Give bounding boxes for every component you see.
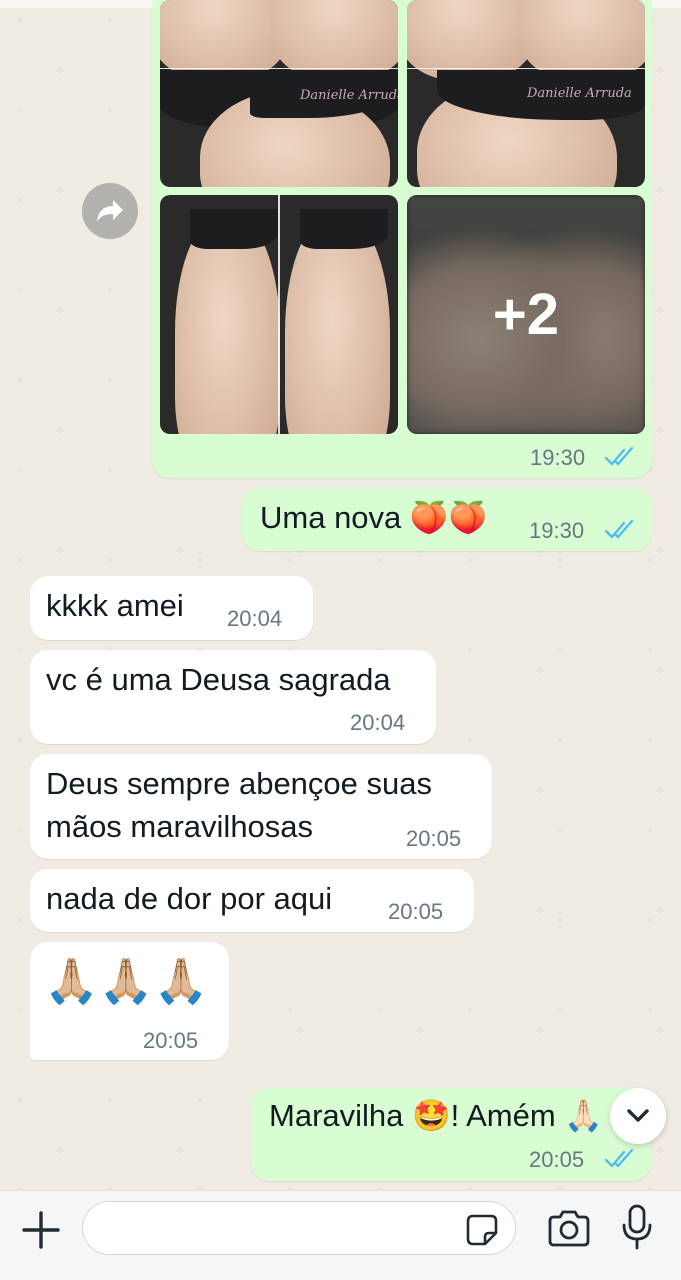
sticker-icon[interactable] xyxy=(465,1213,499,1247)
message-text: kkkk amei xyxy=(46,588,184,623)
message-time: 20:05 xyxy=(529,1147,585,1172)
double-check-icon xyxy=(604,519,634,539)
message-text: Maravilha 🤩! Amém 🙏🏻 xyxy=(269,1098,603,1133)
media-album-message[interactable]: Danielle Arruda Danielle Arruda +2 19:30 xyxy=(152,0,652,478)
outgoing-message[interactable]: Uma nova 🍑🍑 19:30 xyxy=(242,488,652,551)
chevron-down-icon xyxy=(627,1109,649,1122)
camera-icon[interactable] xyxy=(546,1209,592,1249)
outgoing-message[interactable]: Maravilha 🤩! Amém 🙏🏻 20:05 xyxy=(251,1088,651,1181)
album-photo-1[interactable]: Danielle Arruda xyxy=(160,0,398,187)
plus-icon[interactable] xyxy=(20,1209,62,1251)
message-time: 20:05 xyxy=(143,1028,199,1053)
album-photo-4-more[interactable]: +2 xyxy=(407,195,645,434)
more-photos-count: +2 xyxy=(407,195,645,434)
incoming-message[interactable]: kkkk amei 20:04 xyxy=(30,576,313,640)
message-text: 🙏🏼🙏🏼🙏🏼 xyxy=(44,956,209,1007)
photo-brand-text: Danielle Arruda xyxy=(527,86,632,101)
forward-arrow-icon xyxy=(97,200,123,222)
chat-area[interactable]: Danielle Arruda Danielle Arruda +2 19:30 xyxy=(0,0,681,1190)
album-photo-2[interactable]: Danielle Arruda xyxy=(407,0,645,187)
incoming-message[interactable]: 🙏🏼🙏🏼🙏🏼 20:05 xyxy=(30,942,229,1060)
message-text: Uma nova 🍑🍑 xyxy=(260,500,488,535)
forward-button[interactable] xyxy=(82,183,138,239)
incoming-message[interactable]: Deus sempre abençoe suas mãos maravilhos… xyxy=(30,754,492,859)
message-time: 19:30 xyxy=(530,445,586,470)
album-photo-3[interactable] xyxy=(160,195,398,434)
double-check-icon xyxy=(604,1148,634,1168)
scroll-to-bottom-button[interactable] xyxy=(610,1088,666,1144)
composer-bar xyxy=(0,1190,681,1280)
message-time: 20:04 xyxy=(350,710,406,735)
incoming-message[interactable]: nada de dor por aqui 20:05 xyxy=(30,869,474,932)
photo-brand-text: Danielle Arruda xyxy=(300,88,398,103)
message-time: 20:04 xyxy=(227,606,283,631)
message-text: nada de dor por aqui xyxy=(46,881,333,916)
message-time: 19:30 xyxy=(529,518,585,543)
message-text: Deus sempre abençoe suas mãos maravilhos… xyxy=(46,766,433,844)
message-time: 20:05 xyxy=(388,899,444,924)
double-check-icon xyxy=(604,446,634,466)
microphone-icon[interactable] xyxy=(620,1203,654,1251)
message-input[interactable] xyxy=(101,1212,461,1246)
message-text: vc é uma Deusa sagrada xyxy=(46,662,391,697)
incoming-message[interactable]: vc é uma Deusa sagrada 20:04 xyxy=(30,650,436,744)
message-input-box[interactable] xyxy=(82,1201,516,1255)
message-time: 20:05 xyxy=(406,826,462,851)
